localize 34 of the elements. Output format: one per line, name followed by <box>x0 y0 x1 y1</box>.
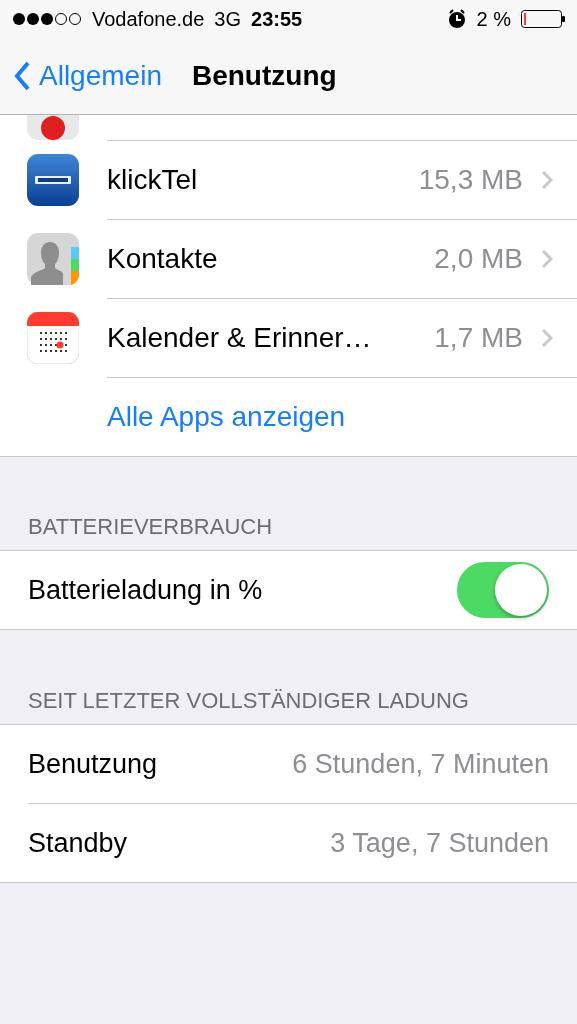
section-header: BATTERIEVERBRAUCH <box>27 514 274 541</box>
app-name: Kontakte <box>107 243 219 275</box>
clock-time: 23:55 <box>251 7 303 31</box>
storage-size: 15,3 MB <box>418 164 523 196</box>
stat-value: 6 Stunden, 7 Minuten <box>292 748 549 780</box>
calendar-icon <box>27 311 79 364</box>
storage-size: 1,7 MB <box>434 322 523 354</box>
back-button[interactable]: Allgemein <box>14 60 162 92</box>
back-chevron-icon <box>14 61 31 91</box>
battery-icon <box>521 10 565 28</box>
setting-label: Batterieladung in % <box>28 574 264 606</box>
network-type: 3G <box>214 7 242 31</box>
stat-label: Benutzung <box>28 748 159 780</box>
contacts-icon <box>27 232 79 285</box>
stat-value: 3 Tage, 7 Stunden <box>330 827 549 859</box>
screen-title: Benutzung <box>191 60 337 92</box>
signal-icon <box>12 11 82 27</box>
app-icon <box>27 153 79 206</box>
section-header: SEIT LETZTER VOLLSTÄNDIGER LADUNG <box>27 688 470 715</box>
app-name: klickTel <box>107 164 199 196</box>
alarm-icon <box>446 9 467 29</box>
chevron-icon <box>541 328 553 348</box>
carrier-name: Vodafone.de <box>92 7 205 31</box>
storage-size: 2,0 MB <box>434 243 523 275</box>
stat-label: Standby <box>28 827 129 859</box>
chevron-icon <box>541 170 553 190</box>
app-name: Kalender & Erinner… <box>107 322 373 354</box>
app-row[interactable]: Kontakte 2,0 MB <box>0 219 577 298</box>
app-row[interactable]: Kalender & Erinner… 1,7 MB <box>0 298 577 377</box>
chevron-icon <box>541 249 553 269</box>
battery-percent: 2 % <box>476 7 511 31</box>
toggle-switch[interactable] <box>457 562 549 618</box>
app-row[interactable]: klickTel 15,3 MB <box>0 140 577 219</box>
show-all-apps-link[interactable]: Alle Apps anzeigen <box>107 377 577 456</box>
